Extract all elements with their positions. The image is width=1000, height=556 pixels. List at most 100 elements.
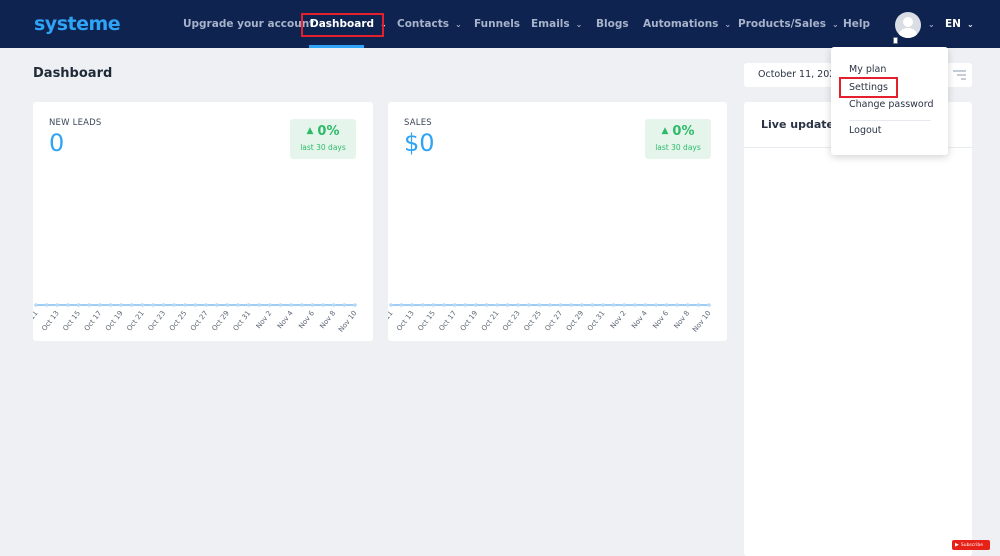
new-leads-point bbox=[246, 303, 251, 307]
new-leads-x-tick-label: Oct 29 bbox=[210, 309, 231, 332]
menu-item-settings[interactable]: Settings bbox=[849, 82, 888, 93]
new-leads-point bbox=[119, 303, 123, 307]
new-leads-point bbox=[66, 303, 70, 307]
chevron-down-icon: ⌄ bbox=[832, 19, 839, 29]
sales-point bbox=[664, 303, 669, 307]
user-dropdown-menu: My plan Settings Change password Logout bbox=[831, 47, 948, 155]
chevron-down-icon: ⌄ bbox=[575, 19, 583, 29]
top-navbar: systeme Upgrade your account Dashboard ⌄… bbox=[0, 0, 1000, 48]
new-leads-point bbox=[278, 303, 283, 307]
new-leads-point bbox=[172, 303, 176, 307]
sales-x-tick-label: Oct 25 bbox=[522, 309, 543, 332]
new-leads-x-tick-label: Oct 15 bbox=[61, 309, 82, 332]
sales-x-tick-label: Nov 10 bbox=[691, 309, 713, 333]
sales-x-tick-label: Nov 4 bbox=[630, 309, 649, 330]
avatar-head-shape bbox=[903, 17, 913, 27]
sales-point bbox=[548, 303, 552, 307]
nav-funnels-label: Funnels bbox=[474, 18, 521, 30]
new-leads-x-tick-label: Nov 4 bbox=[276, 309, 295, 330]
active-tab-indicator bbox=[309, 45, 364, 48]
sales-point bbox=[622, 303, 626, 307]
new-leads-point bbox=[161, 303, 166, 307]
nav-products-sales[interactable]: Products/Sales ⌄ bbox=[738, 0, 839, 48]
sales-x-tick-label: Oct 19 bbox=[459, 309, 480, 332]
language-selector[interactable]: EN ⌄ bbox=[945, 0, 974, 48]
new-leads-point bbox=[310, 303, 315, 307]
sales-point bbox=[431, 303, 436, 307]
sales-x-tick-label: Oct 15 bbox=[416, 309, 437, 332]
new-leads-point bbox=[331, 303, 336, 307]
chevron-down-icon: ⌄ bbox=[724, 19, 732, 29]
sales-point bbox=[633, 303, 637, 307]
filter-icon[interactable] bbox=[953, 70, 966, 80]
sales-x-tick-label: Oct 17 bbox=[438, 309, 459, 332]
user-avatar[interactable] bbox=[895, 12, 921, 38]
nav-dashboard[interactable]: Dashboard ⌄ bbox=[310, 0, 387, 48]
sales-point bbox=[516, 303, 520, 307]
sales-point bbox=[569, 303, 573, 307]
new-leads-point bbox=[257, 303, 262, 307]
sales-point bbox=[707, 303, 711, 307]
sales-point bbox=[643, 303, 648, 307]
sales-x-tick-label: Nov 6 bbox=[651, 309, 670, 330]
sales-x-tick-label: Oct 31 bbox=[586, 309, 607, 332]
nav-funnels[interactable]: Funnels bbox=[474, 0, 520, 48]
nav-contacts[interactable]: Contacts ⌄ bbox=[397, 0, 462, 48]
sales-point bbox=[484, 303, 489, 307]
sales-point bbox=[452, 303, 457, 307]
new-leads-x-tick-label: Nov 2 bbox=[255, 309, 274, 330]
nav-automations-label: Automations bbox=[643, 18, 719, 30]
sales-x-tick-label: Oct 13 bbox=[395, 309, 416, 332]
new-leads-point bbox=[204, 303, 208, 307]
sales-point bbox=[410, 303, 414, 307]
new-leads-point bbox=[300, 303, 304, 307]
sales-point bbox=[558, 303, 563, 307]
sales-point bbox=[442, 303, 446, 307]
sales-point bbox=[389, 303, 393, 307]
menu-item-my-plan[interactable]: My plan bbox=[849, 64, 886, 75]
sales-point bbox=[421, 303, 425, 307]
sales-x-tick-label: Nov 2 bbox=[609, 309, 628, 330]
sales-point bbox=[654, 303, 658, 307]
new-leads-x-tick-label: Oct 31 bbox=[232, 309, 253, 332]
new-leads-point bbox=[87, 303, 91, 307]
live-updates-title: Live updates bbox=[761, 118, 841, 131]
new-leads-point bbox=[34, 303, 38, 307]
nav-upgrade-account[interactable]: Upgrade your account bbox=[183, 0, 314, 48]
new-leads-point bbox=[129, 303, 134, 307]
app-logo[interactable]: systeme bbox=[34, 13, 121, 35]
new-leads-point bbox=[55, 303, 60, 307]
sales-x-tick-label: Oct 29 bbox=[565, 309, 586, 332]
menu-item-change-password[interactable]: Change password bbox=[849, 99, 934, 110]
nav-automations[interactable]: Automations ⌄ bbox=[643, 0, 731, 48]
sales-point bbox=[675, 303, 679, 307]
avatar-menu-toggle[interactable]: ⌄ bbox=[928, 0, 935, 48]
new-leads-chart: Oct 11Oct 13Oct 15Oct 17Oct 19Oct 21Oct … bbox=[33, 303, 359, 334]
sales-point bbox=[474, 303, 478, 307]
sales-point bbox=[686, 303, 690, 307]
sales-x-tick-label: Nov 8 bbox=[673, 309, 692, 330]
nav-dashboard-label: Dashboard bbox=[310, 18, 375, 30]
nav-blogs-label: Blogs bbox=[596, 18, 629, 30]
new-leads-point bbox=[225, 303, 230, 307]
language-label: EN bbox=[945, 18, 961, 30]
new-leads-point bbox=[342, 303, 347, 307]
sales-point bbox=[463, 303, 467, 307]
sales-point bbox=[601, 303, 605, 307]
avatar-body-shape bbox=[899, 28, 917, 38]
sales-point bbox=[527, 303, 531, 307]
play-icon: ▶ bbox=[955, 542, 959, 548]
menu-item-logout[interactable]: Logout bbox=[849, 125, 882, 136]
sales-x-tick-label: Oct 27 bbox=[544, 309, 565, 332]
nav-blogs[interactable]: Blogs bbox=[596, 0, 629, 48]
new-leads-point bbox=[98, 303, 102, 307]
new-leads-point bbox=[215, 303, 219, 307]
nav-emails[interactable]: Emails ⌄ bbox=[531, 0, 582, 48]
sales-point bbox=[611, 303, 616, 307]
nav-help[interactable]: Help bbox=[843, 0, 870, 48]
live-updates-panel: Live updates bbox=[744, 102, 972, 556]
new-leads-card: NEW LEADS 0 ▲0% last 30 days Oct 11Oct 1… bbox=[33, 102, 373, 341]
new-leads-x-tick-label: Oct 13 bbox=[40, 309, 61, 332]
sales-point bbox=[505, 303, 510, 307]
subscribe-watermark: ▶ Subscribe bbox=[952, 540, 990, 550]
